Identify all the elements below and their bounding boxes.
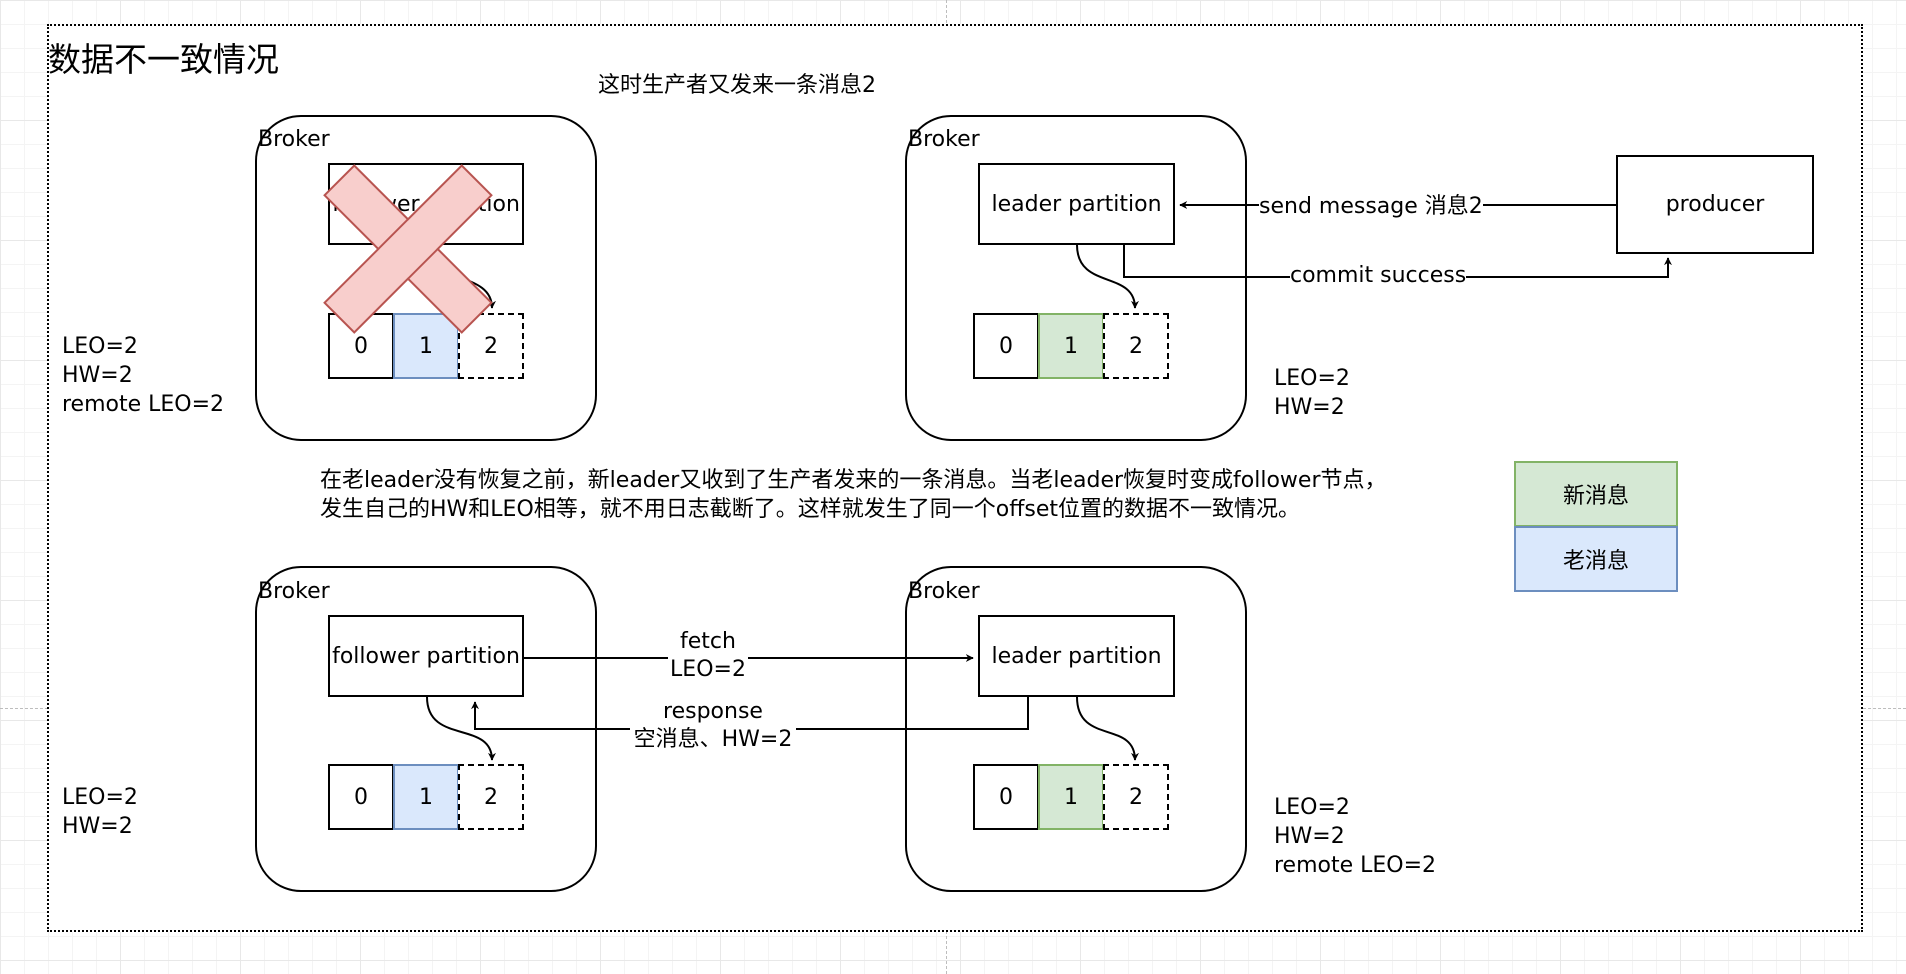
response-label-line-1: response — [663, 699, 763, 724]
fetch-label: fetch LEO=2 — [668, 628, 748, 684]
crossed-out-icon — [323, 164, 493, 334]
fetch-label-line-1: fetch — [680, 629, 736, 654]
response-label-line-2: 空消息、HW=2 — [633, 727, 793, 752]
append-arrow-bottom-right — [1076, 696, 1139, 761]
fetch-label-line-2: LEO=2 — [670, 657, 746, 682]
connector-layer — [323, 164, 1672, 761]
send-message-label: send message 消息2 — [1259, 193, 1483, 221]
response-label: response 空消息、HW=2 — [630, 698, 796, 754]
commit-success-label: commit success — [1290, 262, 1467, 290]
